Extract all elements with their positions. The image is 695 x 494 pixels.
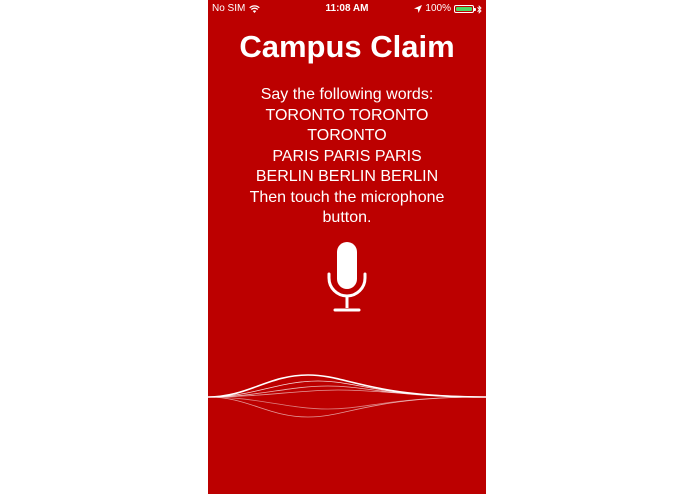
status-right: 100% bbox=[414, 0, 482, 18]
instructions-text: Say the following words: TORONTO TORONTO… bbox=[218, 85, 476, 229]
location-arrow-icon bbox=[414, 5, 423, 13]
battery-percent: 100% bbox=[425, 3, 451, 14]
battery-tip bbox=[474, 8, 476, 11]
battery-icon bbox=[454, 5, 476, 13]
audio-waveform bbox=[208, 374, 486, 418]
microphone-button[interactable] bbox=[325, 240, 369, 316]
instruction-line: TORONTO TORONTO bbox=[265, 106, 429, 124]
instruction-line: button. bbox=[322, 209, 372, 226]
app-screen: No SIM 11:08 AM 100% Campus Claim Say th… bbox=[208, 0, 486, 494]
instruction-line: TORONTO bbox=[307, 127, 387, 144]
instruction-line: Say the following words: bbox=[260, 86, 434, 103]
instruction-line: Then touch the microphone bbox=[249, 188, 445, 206]
instruction-line: BERLIN BERLIN BERLIN bbox=[255, 168, 439, 185]
instruction-line: PARIS PARIS PARIS bbox=[272, 147, 422, 165]
bluetooth-icon bbox=[477, 4, 482, 14]
battery-level bbox=[456, 7, 472, 11]
status-bar: No SIM 11:08 AM 100% bbox=[208, 0, 486, 18]
page-title: Campus Claim bbox=[239, 29, 455, 64]
microphone-icon bbox=[327, 242, 367, 312]
